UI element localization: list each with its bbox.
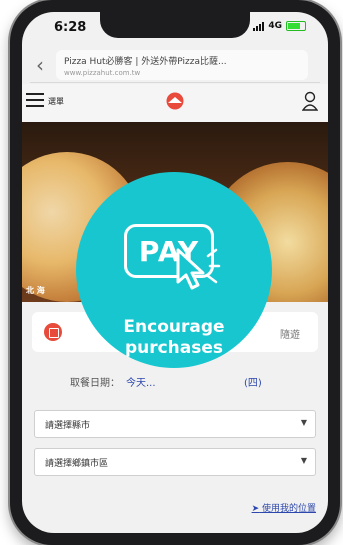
status-time: 6:28 [54,20,87,35]
hero-caption: 北 海 [26,286,45,295]
city-select-label: 請選擇縣市 [45,421,91,431]
chevron-down-icon: ▼ [300,418,307,427]
order-type-right: 隨遊 [280,330,300,341]
use-my-location-link[interactable]: ➤ 使用我的位置 [252,501,316,514]
pickup-date-label: 取餐日期： [70,378,120,389]
site-header: 選單 [22,84,328,122]
menu-label[interactable]: 選單 [48,96,64,107]
url-text: www.pizzahut.com.tw [64,69,141,77]
district-select[interactable]: 請選擇鄉鎮市區 ▼ [34,448,316,476]
page-title: Pizza Hut必勝客 | 外送外帶Pizza比薩... [64,57,227,67]
encourage-line2: purchases [124,338,224,358]
calendar-icon [44,323,62,341]
cursor-click-icon [176,248,221,290]
encourage-line1: Encourage [123,317,225,337]
pickup-date-row: 取餐日期： 今天... (四) [34,370,316,392]
url-field[interactable]: Pizza Hut必勝客 | 外送外帶Pizza比薩... www.pizzah… [56,50,308,80]
pickup-date-value[interactable]: 今天... [126,374,156,389]
back-arrow-icon[interactable]: ‹ [36,53,44,77]
hamburger-menu-icon[interactable] [26,93,44,107]
status-right: 4G [253,21,306,31]
district-select-label: 請選擇鄉鎮市區 [45,459,109,469]
signal-icon [253,21,265,31]
pickup-date-day: (四) [244,378,262,389]
user-account-icon[interactable] [302,91,318,111]
notch [100,12,250,38]
pay-badge: PAY Encourage purchases [76,172,272,368]
pizza-hut-logo-icon[interactable] [162,92,188,110]
location-arrow-icon: ➤ [251,504,260,514]
city-select[interactable]: 請選擇縣市 ▼ [34,410,316,438]
encourage-purchases-text: Encourage purchases [76,317,272,359]
chevron-down-icon: ▼ [300,456,307,465]
network-label: 4G [268,21,282,31]
battery-icon [286,21,306,31]
use-my-location-label: 使用我的位置 [261,504,316,514]
browser-url-bar: ‹ Pizza Hut必勝客 | 外送外帶Pizza比薩... www.pizz… [30,48,320,83]
